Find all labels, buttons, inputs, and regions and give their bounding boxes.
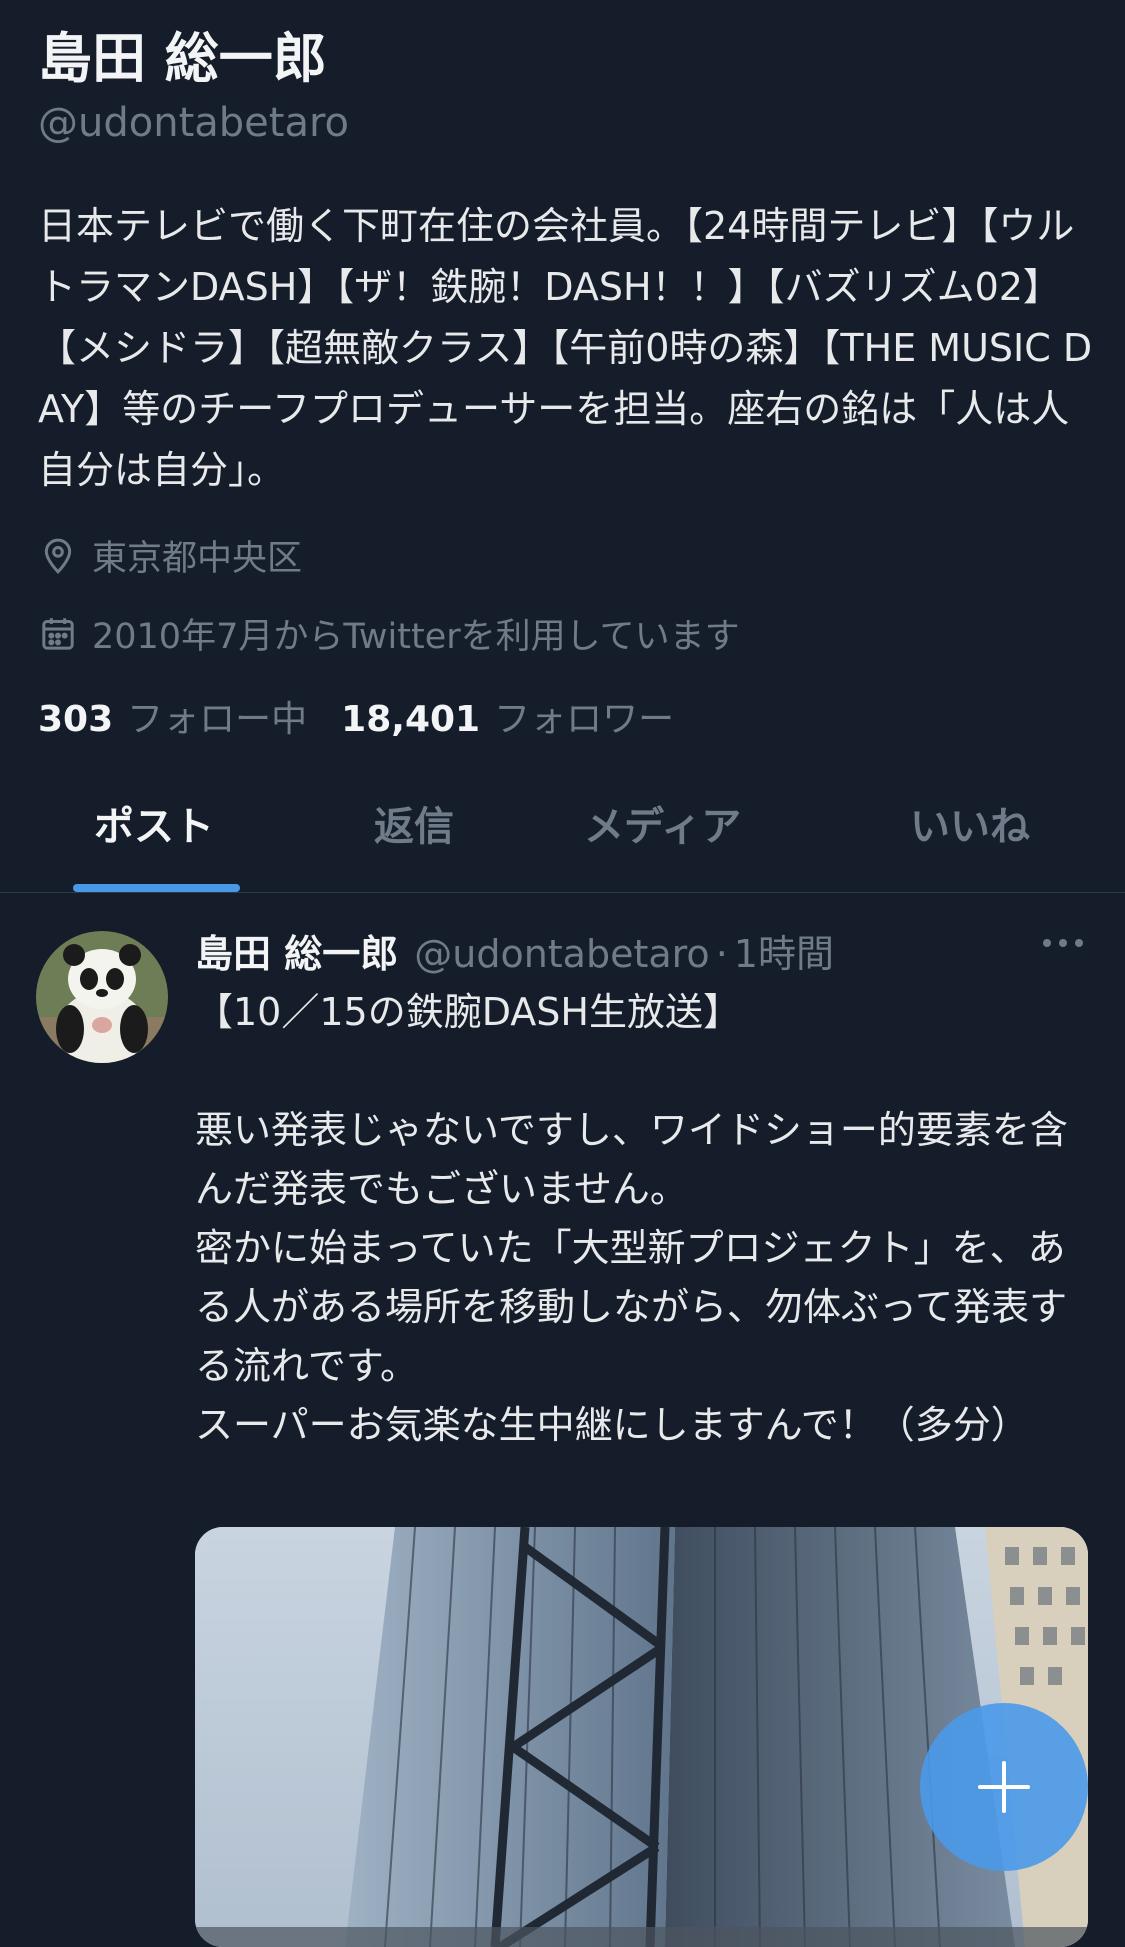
following-count: 303 <box>38 699 114 740</box>
followers-label: フォロワー <box>494 699 675 740</box>
active-tab-indicator <box>73 884 240 892</box>
profile-location: 東京都中央区 <box>38 530 302 581</box>
profile-handle: @udontabetaro <box>38 100 349 146</box>
followers-link[interactable]: 18,401 フォロワー <box>341 690 674 742</box>
post-author-handle[interactable]: @udontabetaro <box>414 932 709 976</box>
profile-bio: 日本テレビで働く下町在住の会社員。【24時間テレビ】【ウルトラマンDASH】【ザ… <box>38 204 1093 492</box>
post-author-name[interactable]: 島田 総一郎 <box>195 923 398 978</box>
post-timestamp[interactable]: 1時間 <box>734 923 834 978</box>
avatar[interactable] <box>36 931 168 1063</box>
post-separator: · <box>715 932 728 976</box>
calendar-icon <box>38 614 78 654</box>
post-header: 島田 総一郎 @udontabetaro · 1時間 <box>195 923 834 978</box>
profile-joined-date: 2010年7月からTwitterを利用しています <box>38 608 740 659</box>
tab-replies[interactable]: 返信 <box>374 794 454 852</box>
compose-button[interactable] <box>920 1703 1088 1871</box>
following-link[interactable]: 303 フォロー中 <box>38 690 307 742</box>
tab-posts[interactable]: ポスト <box>94 794 214 852</box>
plus-icon <box>978 1761 1030 1813</box>
location-pin-icon <box>38 536 78 576</box>
profile-tabs: ポスト 返信 メディア いいね <box>0 770 1125 893</box>
tab-likes[interactable]: いいね <box>910 794 1030 852</box>
following-label: フォロー中 <box>127 699 308 740</box>
follow-stats: 303 フォロー中 18,401 フォロワー <box>38 690 674 742</box>
joined-text: 2010年7月からTwitterを利用しています <box>92 617 740 657</box>
location-text: 東京都中央区 <box>92 539 303 579</box>
more-icon[interactable] <box>1041 933 1085 953</box>
profile-display-name: 島田 総一郎 <box>38 27 327 90</box>
post-text: 【10／15の鉄腕DASH生放送】 悪い発表じゃないですし、ワイドショー的要素を… <box>195 990 1068 1447</box>
tab-media[interactable]: メディア <box>584 794 741 852</box>
followers-count: 18,401 <box>341 699 481 740</box>
